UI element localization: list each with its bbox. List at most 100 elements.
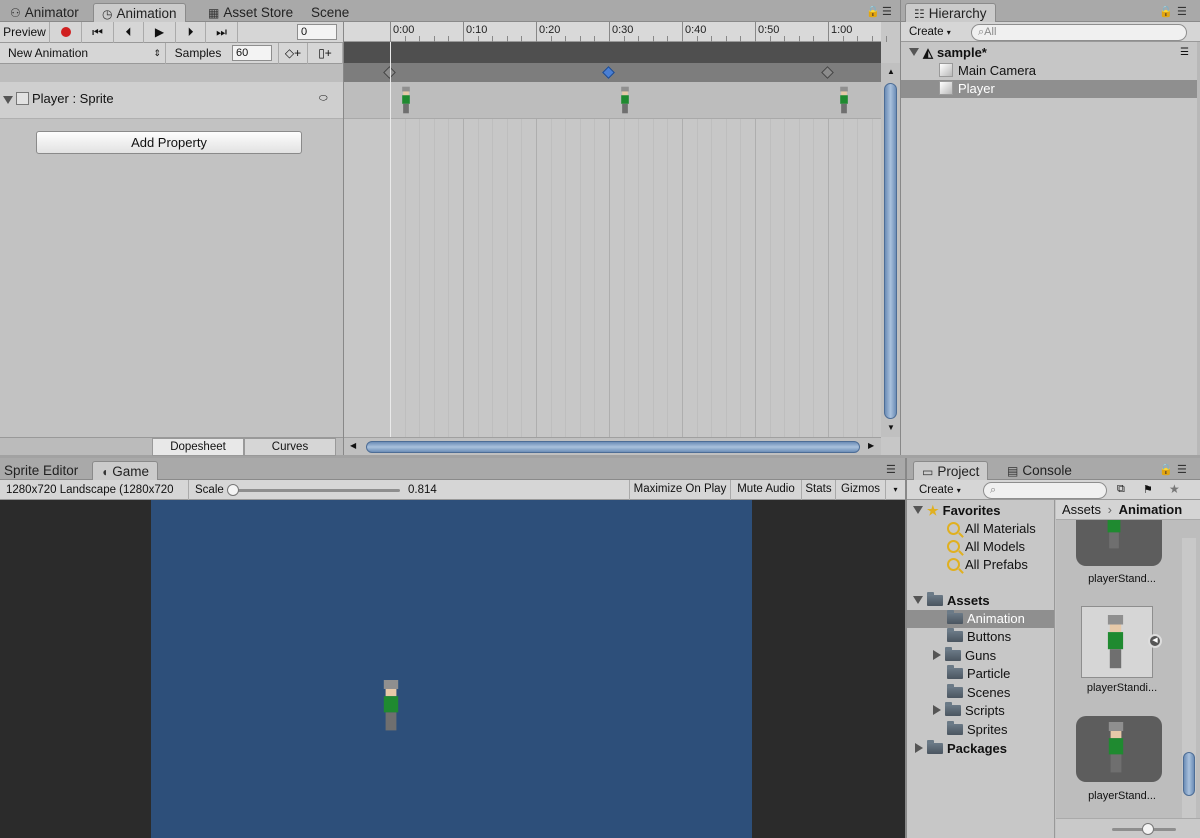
lock-icon[interactable]: 🔒 — [1159, 5, 1173, 18]
tab-asset-store[interactable]: ▦ Asset Store — [200, 3, 301, 22]
preview-button[interactable]: Preview — [0, 22, 50, 43]
curves-button[interactable]: Curves — [244, 438, 336, 456]
scroll-right-icon[interactable]: ▶ — [868, 441, 874, 450]
filter-label-icon[interactable]: ⚑ — [1143, 483, 1153, 496]
tab-project[interactable]: ▭ Project — [913, 461, 989, 480]
asset-scrollbar[interactable] — [1182, 538, 1196, 818]
expand-icon[interactable] — [913, 596, 923, 604]
asset-thumbnail[interactable] — [1076, 520, 1162, 566]
sprite-track[interactable] — [344, 82, 881, 119]
asset-scroll-thumb[interactable] — [1183, 752, 1195, 796]
maximize-on-play-toggle[interactable]: Maximize On Play — [629, 480, 730, 500]
asset-thumbnail-selected[interactable] — [1081, 606, 1153, 678]
panel-menu-icon[interactable]: ☰ — [886, 463, 896, 476]
tab-animator[interactable]: ⚇ Animator — [2, 3, 87, 22]
hierarchy-item-main-camera[interactable]: Main Camera — [901, 62, 1200, 80]
scroll-left-icon[interactable]: ◀ — [350, 441, 356, 450]
favorite-all-models[interactable]: All Models — [907, 538, 1054, 556]
time-ruler[interactable]: 0:00 0:10 0:20 0:30 0:40 0:50 1:00 — [344, 22, 902, 42]
collapse-icon[interactable] — [933, 650, 941, 660]
assets-row[interactable]: Assets — [907, 592, 1054, 610]
breadcrumb-root[interactable]: Assets — [1062, 502, 1101, 517]
event-track[interactable] — [344, 42, 881, 63]
tab-console[interactable]: ▤ Console — [999, 461, 1080, 480]
expand-icon[interactable] — [909, 48, 919, 56]
vertical-scrollbar[interactable]: ▲ ▼ — [881, 63, 900, 437]
favorite-all-prefabs[interactable]: All Prefabs — [907, 556, 1054, 574]
filter-type-icon[interactable]: ⧉ — [1117, 483, 1125, 496]
prev-keyframe-button[interactable]: ⏴ — [114, 22, 144, 43]
favorites-row[interactable]: ★ Favorites — [907, 502, 1054, 520]
keyframe-marker[interactable] — [821, 66, 834, 79]
scene-menu-icon[interactable]: ☰ — [1180, 44, 1189, 62]
add-keyframe-button[interactable]: ◇+ — [278, 43, 308, 64]
scroll-up-icon[interactable]: ▲ — [887, 67, 895, 76]
frame-field[interactable]: 0 — [297, 24, 337, 40]
tab-animation[interactable]: ◷ Animation — [93, 3, 186, 22]
clip-dropdown[interactable]: New Animation ⇕ — [0, 43, 166, 64]
dopesheet-button[interactable]: Dopesheet — [152, 438, 244, 456]
gizmos-toggle[interactable]: Gizmos — [835, 480, 885, 500]
sprite-keyframe-preview[interactable] — [839, 86, 849, 114]
game-viewport[interactable] — [0, 500, 905, 838]
hierarchy-create-button[interactable]: Create ▾ — [909, 24, 951, 41]
hierarchy-item-player[interactable]: Player — [901, 80, 1200, 98]
zoom-slider-thumb[interactable] — [1142, 823, 1154, 835]
hierarchy-search-input[interactable]: ⌕All — [971, 24, 1187, 41]
breadcrumb-current[interactable]: Animation — [1119, 502, 1183, 517]
next-keyframe-button[interactable]: ⏵ — [176, 22, 206, 43]
keyframe-marker[interactable] — [602, 66, 615, 79]
expand-icon[interactable] — [913, 506, 923, 514]
folder-guns[interactable]: Guns — [907, 647, 1054, 665]
scroll-down-icon[interactable]: ▼ — [887, 423, 895, 432]
folder-buttons[interactable]: Buttons — [907, 628, 1054, 646]
first-keyframe-button[interactable]: ⏮ — [82, 22, 114, 43]
horizontal-scrollbar[interactable]: ◀ ▶ — [344, 437, 881, 455]
timeline[interactable]: 0:00 0:10 0:20 0:30 0:40 0:50 1:00 ▲ ▼ ◀ ▶ — [343, 22, 902, 455]
summary-track[interactable] — [344, 63, 881, 82]
lock-icon[interactable]: 🔒 — [866, 5, 880, 18]
sprite-keyframe-preview[interactable] — [401, 86, 411, 114]
packages-row[interactable]: Packages — [907, 740, 1054, 758]
mute-audio-toggle[interactable]: Mute Audio — [730, 480, 801, 500]
game-camera-view[interactable] — [151, 500, 752, 838]
project-create-button[interactable]: Create ▾ — [919, 482, 961, 499]
lock-icon[interactable]: 🔒 — [1159, 463, 1173, 476]
folder-scenes[interactable]: Scenes — [907, 684, 1054, 702]
add-event-button[interactable]: ▯+ — [308, 43, 343, 64]
play-button[interactable]: ▶ — [144, 22, 176, 43]
panel-menu-icon[interactable]: ☰ — [1177, 463, 1187, 476]
project-search-input[interactable]: ⌕ — [983, 482, 1107, 499]
tab-sprite-editor[interactable]: Sprite Editor — [0, 461, 86, 480]
favorite-all-materials[interactable]: All Materials — [907, 520, 1054, 538]
folder-particle[interactable]: Particle — [907, 665, 1054, 683]
stats-toggle[interactable]: Stats — [801, 480, 835, 500]
folder-animation[interactable]: Animation — [907, 610, 1054, 628]
tab-scene[interactable]: Scene — [303, 3, 357, 22]
scale-slider-thumb[interactable] — [227, 484, 239, 496]
asset-thumbnail[interactable] — [1076, 716, 1162, 782]
favorite-star-icon[interactable]: ★ — [1169, 482, 1180, 496]
record-button[interactable] — [50, 22, 82, 43]
add-property-button[interactable]: Add Property — [36, 131, 302, 154]
collapse-icon[interactable] — [915, 743, 923, 753]
scene-row[interactable]: ◭ sample* ☰ — [901, 44, 1200, 62]
panel-menu-icon[interactable]: ☰ — [1177, 5, 1187, 18]
sprite-keyframe-preview[interactable] — [620, 86, 630, 114]
collapse-icon[interactable] — [933, 705, 941, 715]
tab-game[interactable]: ◖ Game — [92, 461, 159, 480]
last-keyframe-button[interactable]: ⏭ — [206, 22, 238, 43]
panel-menu-icon[interactable]: ☰ — [882, 5, 892, 18]
property-options-icon[interactable]: ⬭ — [319, 93, 328, 104]
horizontal-scroll-thumb[interactable] — [366, 441, 860, 453]
property-row[interactable]: Player : Sprite ⬭ — [0, 82, 343, 119]
folder-scripts[interactable]: Scripts — [907, 702, 1054, 720]
folder-sprites[interactable]: Sprites — [907, 721, 1054, 739]
scale-slider-track[interactable] — [232, 489, 400, 492]
expand-sprites-icon[interactable]: ◀ — [1148, 634, 1162, 648]
resolution-dropdown[interactable]: 1280x720 Landscape (1280x720 — [6, 482, 188, 498]
playhead[interactable] — [390, 42, 391, 437]
tab-hierarchy[interactable]: ☷ Hierarchy — [905, 3, 996, 22]
expand-icon[interactable] — [3, 96, 13, 104]
gizmos-dropdown[interactable]: ▾ — [885, 480, 905, 500]
